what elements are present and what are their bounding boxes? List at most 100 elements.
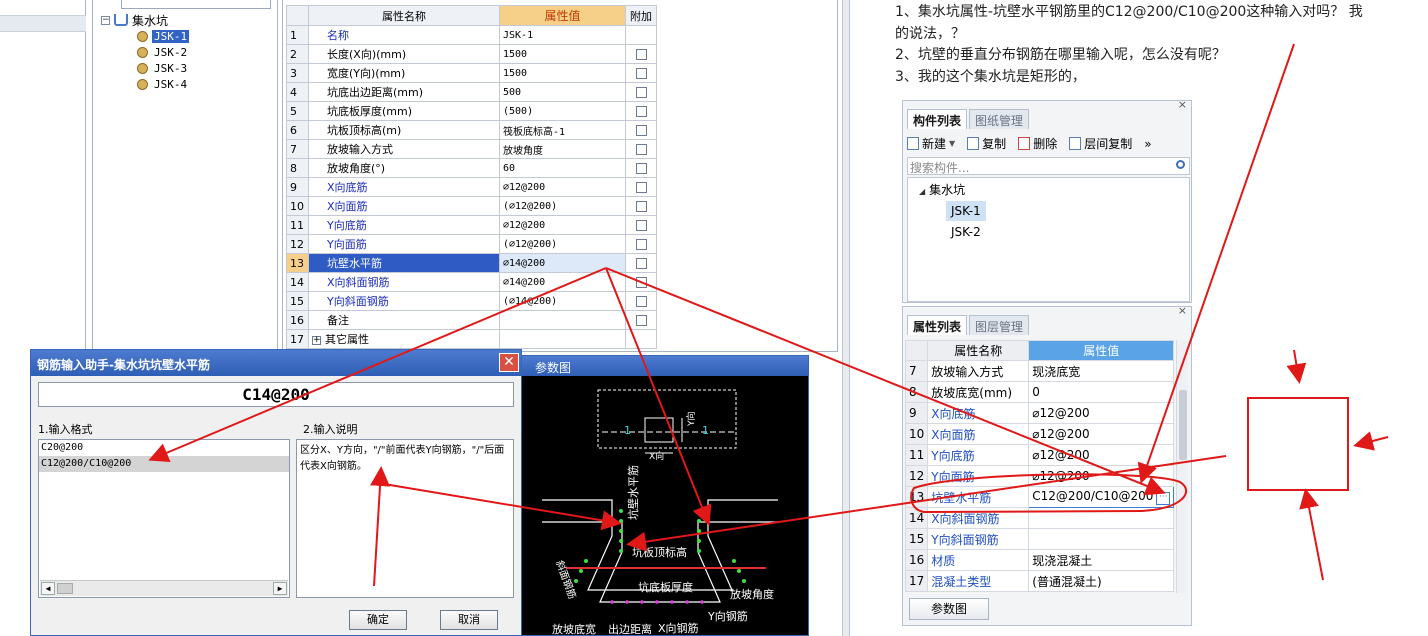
copy-button[interactable]: 复制	[967, 135, 1006, 152]
expand-arrow-icon[interactable]: ◢	[919, 187, 925, 196]
format-item-c12-c10[interactable]: C12@200/C10@200	[39, 456, 289, 472]
table-row[interactable]: 2 长度(X向)(mm) 1500	[286, 44, 657, 64]
panel-close-icon[interactable]: ×	[1178, 98, 1187, 111]
property-value[interactable]: (⌀14@200)	[499, 291, 626, 311]
tree-item-jsk-3[interactable]: JSK-3	[137, 60, 189, 76]
tree-item-jsk-1[interactable]: JSK-1	[946, 201, 986, 221]
property-value[interactable]: (⌀12@200)	[499, 196, 626, 216]
more-icon[interactable]: »	[1144, 137, 1151, 151]
tab-drawing-management[interactable]: 图纸管理	[969, 109, 1030, 129]
vertical-scrollbar[interactable]	[1176, 340, 1188, 593]
attach-checkbox[interactable]	[635, 144, 647, 155]
table-row[interactable]: 11 Y向底筋 ⌀12@200	[904, 444, 1175, 466]
attach-checkbox[interactable]	[635, 296, 647, 307]
ok-button[interactable]: 确定	[349, 610, 407, 630]
attach-checkbox[interactable]	[635, 182, 647, 193]
table-row[interactable]: 12 Y向面筋 (⌀12@200)	[286, 234, 657, 254]
property-value[interactable]: 500	[499, 82, 626, 102]
attach-checkbox[interactable]	[635, 277, 647, 288]
attach-checkbox[interactable]	[635, 239, 647, 250]
attach-checkbox[interactable]	[635, 220, 647, 231]
table-row[interactable]: 9 X向底筋 ⌀12@200	[904, 402, 1175, 424]
chevron-down-icon[interactable]: ▼	[949, 139, 955, 148]
property-value[interactable]: ⌀14@200	[499, 253, 626, 273]
close-icon[interactable]: ✕	[499, 353, 519, 372]
dialog-titlebar[interactable]: 钢筋输入助手-集水坑坑壁水平筋	[31, 350, 521, 376]
property-value-cell[interactable]: 现浇混凝土	[1028, 549, 1175, 571]
format-item-c20[interactable]: C20@200	[39, 440, 289, 456]
left-row[interactable]	[0, 16, 86, 32]
property-value[interactable]: JSK-1	[499, 25, 626, 45]
attach-checkbox[interactable]	[635, 106, 647, 117]
property-value[interactable]: ⌀12@200	[499, 215, 626, 235]
tree-item-jsk-4[interactable]: JSK-4	[137, 76, 189, 92]
table-row[interactable]: 16 材质 现浇混凝土	[904, 549, 1175, 571]
table-row[interactable]: 8 放坡角度(°) 60	[286, 158, 657, 178]
scroll-left-icon[interactable]: ◀	[41, 582, 55, 595]
property-value[interactable]	[499, 310, 626, 330]
panel-close-icon[interactable]: ×	[1178, 304, 1187, 317]
table-row[interactable]: 9 X向底筋 ⌀12@200	[286, 177, 657, 197]
attach-checkbox[interactable]	[635, 68, 647, 79]
tree-root[interactable]: − 集水坑	[101, 12, 168, 28]
tree-root-sump[interactable]: ◢ 集水坑	[914, 180, 970, 200]
attach-checkbox[interactable]	[635, 163, 647, 174]
property-value[interactable]: (500)	[499, 101, 626, 121]
table-row[interactable]: 13 坑壁水平筋 C12@200/C10@200 ···	[904, 486, 1175, 508]
table-row[interactable]: 7 放坡输入方式 放坡角度	[286, 139, 657, 159]
scroll-right-icon[interactable]: ▶	[273, 582, 287, 595]
tree-item-jsk-2[interactable]: JSK-2	[946, 222, 986, 242]
table-row[interactable]: 17 混凝土类型 (普通混凝土)	[904, 570, 1175, 592]
table-row[interactable]: 14 X向斜面钢筋	[904, 507, 1175, 529]
table-row[interactable]: 12 Y向面筋 ⌀12@200	[904, 465, 1175, 487]
attach-checkbox[interactable]	[635, 49, 647, 60]
collapse-toggle-icon[interactable]: −	[101, 15, 110, 25]
property-value[interactable]: 60	[499, 158, 626, 178]
left-row[interactable]	[0, 0, 86, 16]
attach-checkbox[interactable]	[635, 315, 647, 326]
property-value-cell[interactable]: ⌀12@200	[1028, 444, 1175, 466]
ellipsis-icon[interactable]: ···	[1156, 492, 1171, 505]
property-value-cell[interactable]: (普通混凝土)	[1028, 570, 1175, 592]
table-row[interactable]: 1 名称 JSK-1	[286, 25, 657, 45]
property-value-cell[interactable]: ⌀12@200	[1028, 465, 1175, 487]
tab-layer-management[interactable]: 图层管理	[969, 315, 1030, 335]
attach-checkbox[interactable]	[635, 258, 647, 269]
property-value[interactable]: 放坡角度	[499, 139, 626, 159]
table-row[interactable]: 15 Y向斜面钢筋 (⌀14@200)	[286, 291, 657, 311]
new-button[interactable]: 新建 ▼	[907, 135, 955, 152]
table-row[interactable]: 7 放坡输入方式 现浇底宽	[904, 360, 1175, 382]
delete-button[interactable]: 删除	[1018, 135, 1057, 152]
parameter-diagram-button[interactable]: 参数图	[909, 598, 989, 620]
property-value-cell[interactable]: ⌀12@200	[1028, 423, 1175, 445]
property-value[interactable]: 1500	[499, 44, 626, 64]
property-value[interactable]: ⌀14@200	[499, 272, 626, 292]
table-row[interactable]: 13 坑壁水平筋 ⌀14@200	[286, 253, 657, 273]
property-value[interactable]: ⌀12@200	[499, 177, 626, 197]
table-row[interactable]: 16 备注	[286, 310, 657, 330]
pane-divider[interactable]	[842, 0, 850, 636]
property-value-cell[interactable]: C12@200/C10@200 ···	[1028, 486, 1175, 508]
scroll-thumb[interactable]	[1179, 390, 1187, 460]
property-value-cell[interactable]: 0	[1028, 381, 1175, 403]
search-icon[interactable]	[1176, 160, 1185, 169]
tree-item-jsk-1[interactable]: JSK-1	[137, 28, 190, 44]
attach-checkbox[interactable]	[635, 201, 647, 212]
table-row[interactable]: 17 + 其它属性	[286, 329, 657, 349]
tree-item-jsk-2[interactable]: JSK-2	[137, 44, 189, 60]
rebar-expression-field[interactable]: C14@200	[38, 382, 514, 407]
table-row[interactable]: 10 X向面筋 ⌀12@200	[904, 423, 1175, 445]
property-value-cell[interactable]	[1028, 507, 1175, 529]
table-row[interactable]: 14 X向斜面钢筋 ⌀14@200	[286, 272, 657, 292]
property-value[interactable]: (⌀12@200)	[499, 234, 626, 254]
property-value-cell[interactable]	[1028, 528, 1175, 550]
property-value[interactable]: 1500	[499, 63, 626, 83]
tab-property-list[interactable]: 属性列表	[907, 315, 968, 335]
table-row[interactable]: 6 坑板顶标高(m) 筏板底标高-1	[286, 120, 657, 140]
table-row[interactable]: 8 放坡底宽(mm) 0	[904, 381, 1175, 403]
property-value-cell[interactable]: ⌀12@200	[1028, 402, 1175, 424]
attach-checkbox[interactable]	[635, 87, 647, 98]
table-row[interactable]: 5 坑底板厚度(mm) (500)	[286, 101, 657, 121]
scroll-thumb[interactable]	[57, 583, 73, 594]
floor-copy-button[interactable]: 层间复制	[1069, 135, 1132, 152]
